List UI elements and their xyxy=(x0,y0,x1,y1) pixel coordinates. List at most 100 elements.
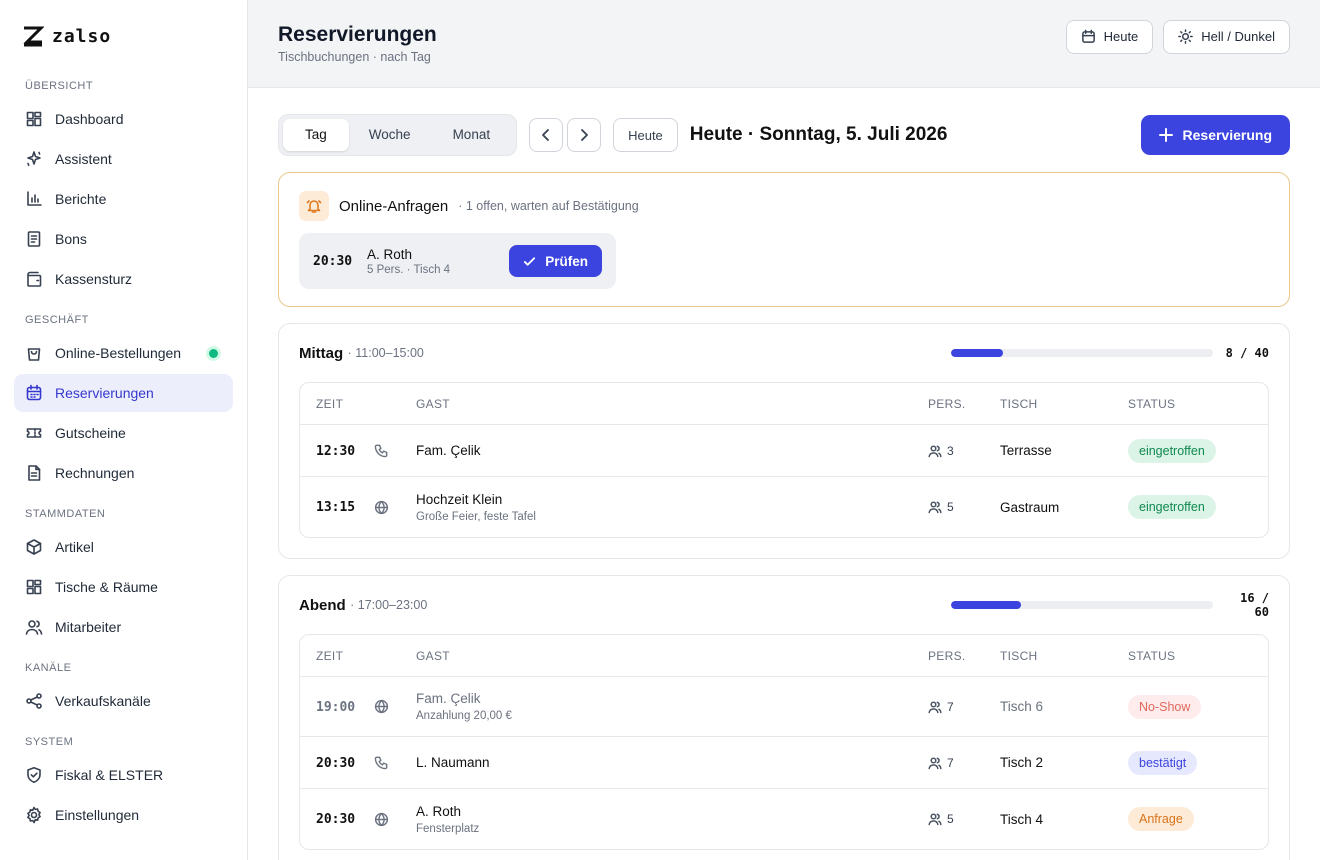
document-icon xyxy=(28,465,41,481)
sidebar-nav: ÜBERSICHT Dashboard Assistent Berichte Bons K… xyxy=(14,76,233,834)
page-title: Reservierungen xyxy=(278,23,437,46)
column-header-status: STATUS xyxy=(1128,383,1268,425)
status-dot xyxy=(209,348,218,358)
sidebar-item-mitarbeiter[interactable]: Mitarbeiter xyxy=(14,608,233,646)
reservation-time: 19:00 xyxy=(316,699,356,715)
users-icon xyxy=(928,700,942,713)
column-header-time: ZEIT xyxy=(300,383,374,425)
reservation-time: 13:15 xyxy=(316,500,356,515)
service-time-range: · 11:00–15:00 xyxy=(347,346,424,360)
sidebar-item-online-bestellungen[interactable]: Online-Bestellungen xyxy=(14,334,233,372)
reservation-toolbar: Tag Woche Monat Heute Heute · Sonntag, 5… xyxy=(278,114,1290,156)
reservation-time: 20:30 xyxy=(316,755,356,771)
main-area: Reservierungen Tischbuchungen · nach Tag… xyxy=(248,0,1320,860)
guest-name: Fam. Çelik xyxy=(416,443,481,458)
users-icon xyxy=(928,444,942,457)
guest-note: Fensterplatz xyxy=(416,822,480,835)
persons-count: 5 xyxy=(928,812,1000,826)
bag-icon xyxy=(27,348,41,361)
column-header-persons: PERS. xyxy=(928,383,1000,425)
service-sections: Mittag · 11:00–15:00 8 / 40 ZEIT GAST PERS. T… xyxy=(278,323,1290,860)
header-today-button[interactable]: Heute xyxy=(1065,19,1154,54)
view-tab-day[interactable]: Tag xyxy=(283,119,349,151)
sidebar-item-verkaufskanaele[interactable]: Verkaufskanäle xyxy=(14,682,233,720)
sidebar-item-reservierungen[interactable]: Reservierungen xyxy=(14,374,233,412)
capacity-bar-fill xyxy=(951,601,1021,609)
capacity-progress: 16 / 60 xyxy=(951,591,1269,619)
reservation-table: ZEIT GAST PERS. TISCH STATUS 12:30 Fam. Çelik 3… xyxy=(299,382,1269,538)
reservation-row[interactable]: 12:30 Fam. Çelik 3 Terrasse eingetroffen xyxy=(300,425,1268,477)
header-today-label: Heute xyxy=(1103,29,1139,44)
status-badge[interactable]: No-Show xyxy=(1128,694,1202,719)
request-card[interactable]: 20:30 A. Roth 5 Pers. · Tisch 4 Prüfen xyxy=(299,233,616,289)
reservation-row[interactable]: 20:30 A. Roth Fensterplatz 5 Tisch 4 Anfrage xyxy=(300,789,1268,849)
sidebar-item-artikel[interactable]: Artikel xyxy=(14,528,233,566)
sidebar-item-label: Artikel xyxy=(55,539,94,555)
sidebar-item-dashboard[interactable]: Dashboard xyxy=(14,100,233,138)
capacity-bar xyxy=(951,601,1213,609)
theme-toggle-label: Hell / Dunkel xyxy=(1201,29,1275,44)
sidebar-item-gutscheine[interactable]: Gutscheine xyxy=(14,414,233,452)
sidebar-section-label: STAMMDATEN xyxy=(25,508,106,520)
sidebar-item-berichte[interactable]: Berichte xyxy=(14,180,233,218)
prev-day-button[interactable] xyxy=(529,118,564,152)
reservation-row[interactable]: 20:30 L. Naumann 7 Tisch 2 bestätigt xyxy=(300,737,1268,789)
brand-logo[interactable]: zalso xyxy=(14,0,233,72)
theme-toggle-button[interactable]: Hell / Dunkel xyxy=(1163,19,1290,54)
reservation-time: 20:30 xyxy=(316,812,356,827)
zalso-logo-icon xyxy=(23,26,44,47)
sidebar-item-tische-raeume[interactable]: Tische & Räume xyxy=(14,568,233,606)
grid-icon xyxy=(26,579,42,595)
sidebar-item-einstellungen[interactable]: Einstellungen xyxy=(14,796,233,834)
service-time-range: · 17:00–23:00 xyxy=(350,598,428,612)
sidebar-item-kassensturz[interactable]: Kassensturz xyxy=(14,260,233,298)
view-tab-week[interactable]: Woche xyxy=(349,119,431,151)
new-reservation-button[interactable]: Reservierung xyxy=(1140,115,1290,155)
sidebar-item-bons[interactable]: Bons xyxy=(14,220,233,258)
request-time: 20:30 xyxy=(313,253,353,269)
sidebar-item-rechnungen[interactable]: Rechnungen xyxy=(14,454,233,492)
persons-count: 3 xyxy=(928,444,1000,458)
reservation-row[interactable]: 19:00 Fam. Çelik Anzahlung 20,00 € 7 Tisch 6… xyxy=(300,677,1268,737)
online-requests-panel: Online-Anfragen · 1 offen, warten auf Be… xyxy=(278,172,1290,307)
users-icon xyxy=(25,620,43,635)
view-tab-month[interactable]: Monat xyxy=(431,119,513,151)
column-header-table: TISCH xyxy=(1000,383,1128,425)
brand-name: zalso xyxy=(52,25,112,47)
status-badge[interactable]: bestätigt xyxy=(1128,750,1198,775)
sidebar-section-label: ÜBERSICHT xyxy=(25,80,94,92)
users-icon xyxy=(928,501,942,514)
column-header-time: ZEIT xyxy=(300,635,374,677)
request-meta: 5 Pers. · Tisch 4 xyxy=(367,263,451,276)
column-header-persons: PERS. xyxy=(928,635,1000,677)
sidebar-item-assistent[interactable]: Assistent xyxy=(14,140,233,178)
sidebar-item-label: Online-Bestellungen xyxy=(55,345,182,361)
sidebar-item-label: Mitarbeiter xyxy=(55,619,122,635)
persons-value: 5 xyxy=(947,812,954,826)
column-header-channel xyxy=(374,383,416,425)
calendar-icon xyxy=(26,384,42,401)
status-badge[interactable]: eingetroffen xyxy=(1128,495,1216,519)
review-request-button[interactable]: Prüfen xyxy=(509,245,602,277)
status-badge[interactable]: Anfrage xyxy=(1128,807,1194,831)
jump-today-button[interactable]: Heute xyxy=(613,118,678,152)
box-icon xyxy=(26,539,42,555)
globe-icon xyxy=(374,500,389,514)
requests-title: Online-Anfragen xyxy=(339,197,449,215)
guest-name: A. Roth xyxy=(416,803,462,819)
share-icon xyxy=(26,693,42,709)
receipt-icon xyxy=(27,231,41,247)
service-abend: Abend · 17:00–23:00 16 / 60 ZEIT GAST PERS. T… xyxy=(278,575,1290,860)
service-title: Abend xyxy=(299,596,346,614)
guest-name: L. Naumann xyxy=(416,755,490,770)
next-day-button[interactable] xyxy=(567,118,602,152)
status-badge[interactable]: eingetroffen xyxy=(1128,438,1216,463)
sidebar-item-label: Reservierungen xyxy=(55,385,154,401)
reservation-row[interactable]: 13:15 Hochzeit Klein Große Feier, feste Ta… xyxy=(300,477,1268,537)
reservation-table: ZEIT GAST PERS. TISCH STATUS 19:00 Fam. Çelik A… xyxy=(299,634,1269,850)
sidebar-item-fiskal-elster[interactable]: Fiskal & ELSTER xyxy=(14,756,233,794)
view-switcher: Tag Woche Monat xyxy=(278,114,518,156)
persons-count: 7 xyxy=(928,700,1000,714)
persons-value: 7 xyxy=(947,755,954,770)
guest-note: Große Feier, feste Tafel xyxy=(416,510,536,523)
